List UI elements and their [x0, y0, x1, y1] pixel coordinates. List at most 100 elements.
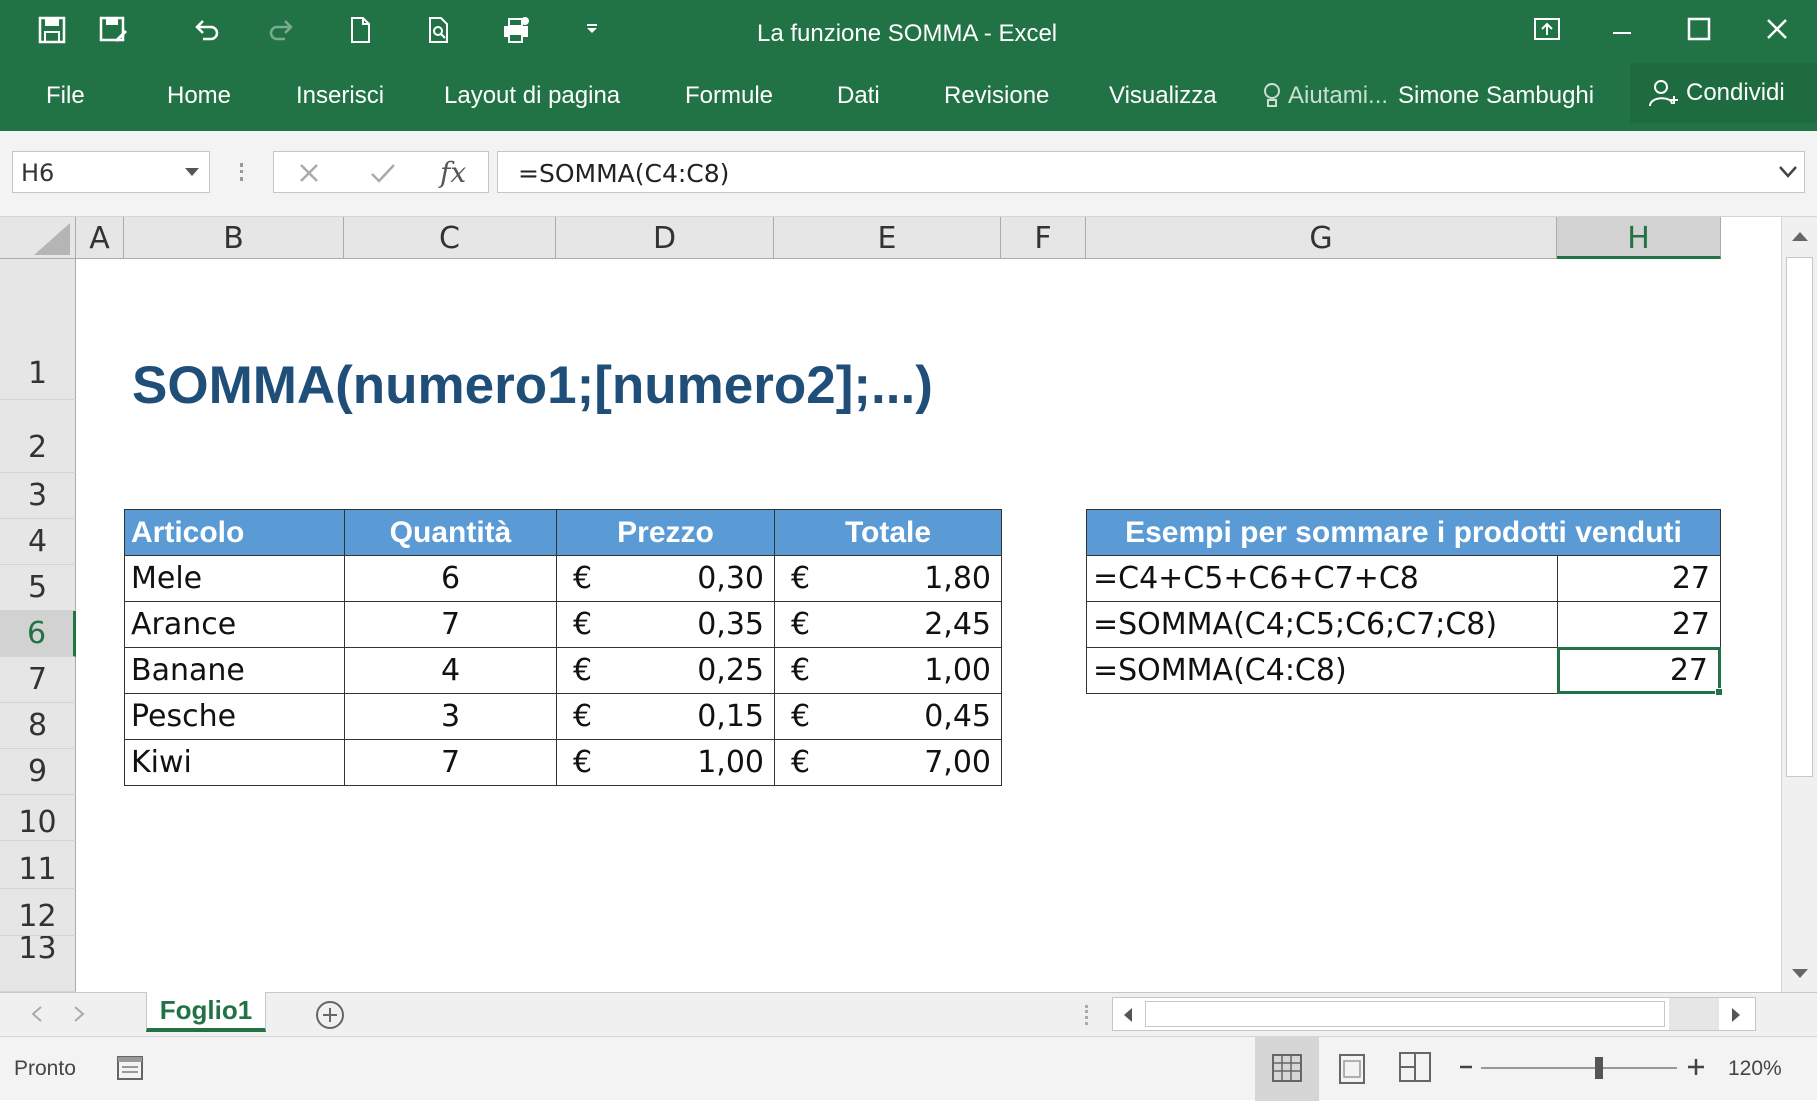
row-header-11[interactable]: 11 [0, 841, 76, 889]
scroll-down-icon[interactable] [1790, 967, 1810, 981]
sheet-title[interactable]: SOMMA(numero1;[numero2];...) [132, 355, 933, 416]
examples-header[interactable]: Esempi per sommare i prodotti venduti [1086, 509, 1721, 556]
row-header-2[interactable]: 2 [0, 400, 76, 473]
tab-view[interactable]: Visualizza [1109, 82, 1217, 110]
minimize-icon[interactable] [1585, 0, 1659, 58]
column-header-h[interactable]: H [1557, 217, 1721, 259]
tab-formulas[interactable]: Formule [685, 82, 773, 110]
row-header-13[interactable]: 13 [0, 936, 76, 992]
row-header-3[interactable]: 3 [0, 473, 76, 519]
macro-record-icon[interactable] [114, 1051, 146, 1083]
table-cell-totale[interactable]: €1,80 [774, 555, 1002, 602]
example-formula[interactable]: =SOMMA(C4:C8) [1086, 647, 1558, 694]
table-cell-prezzo[interactable]: €0,15 [556, 693, 775, 740]
table-cell-articolo[interactable]: Arance [124, 601, 345, 648]
horizontal-scroll-thumb[interactable] [1145, 1001, 1665, 1027]
user-name[interactable]: Simone Sambughi [1398, 82, 1594, 110]
table-cell-prezzo[interactable]: €1,00 [556, 739, 775, 786]
table-cell-totale[interactable]: €2,45 [774, 601, 1002, 648]
scroll-up-icon[interactable] [1790, 229, 1810, 243]
table-cell-totale[interactable]: €0,45 [774, 693, 1002, 740]
formula-input[interactable]: =SOMMA(C4:C8) [497, 151, 1805, 193]
select-all-corner[interactable] [0, 217, 76, 259]
page-layout-view-icon[interactable] [1336, 1053, 1368, 1085]
table-cell-quantita[interactable]: 4 [344, 647, 557, 694]
fill-handle[interactable] [1715, 688, 1723, 696]
row-header-6[interactable]: 6 [0, 611, 76, 657]
split-handle[interactable] [1085, 1005, 1088, 1025]
tab-data[interactable]: Dati [837, 82, 880, 110]
row-header-8[interactable]: 8 [0, 703, 76, 749]
table-cell-quantita[interactable]: 7 [344, 601, 557, 648]
table-cell-quantita[interactable]: 3 [344, 693, 557, 740]
table-cell-prezzo[interactable]: €0,25 [556, 647, 775, 694]
zoom-out-icon[interactable] [1458, 1059, 1474, 1075]
maximize-icon[interactable] [1662, 0, 1736, 58]
save-icon[interactable] [32, 10, 72, 50]
row-header-4[interactable]: 4 [0, 519, 76, 565]
tab-insert[interactable]: Inserisci [296, 82, 384, 110]
name-box[interactable]: H6 [12, 151, 210, 193]
cancel-icon[interactable] [298, 162, 320, 184]
selected-cell-h6[interactable]: 27 [1557, 647, 1721, 694]
expand-formula-icon[interactable] [1778, 164, 1798, 180]
share-button[interactable]: Condividi [1630, 63, 1817, 123]
tab-review[interactable]: Revisione [944, 82, 1049, 110]
worksheet-grid[interactable]: A B C D E F G H 1 2 3 4 5 6 7 8 9 10 11 … [0, 217, 1817, 992]
table-cell-totale[interactable]: €7,00 [774, 739, 1002, 786]
next-sheet-icon[interactable] [72, 1005, 86, 1023]
table-cell-prezzo[interactable]: €0,30 [556, 555, 775, 602]
vertical-scrollbar[interactable] [1781, 217, 1817, 992]
table-cell-quantita[interactable]: 7 [344, 739, 557, 786]
example-formula[interactable]: =C4+C5+C6+C7+C8 [1086, 555, 1558, 602]
table-header-totale[interactable]: Totale [774, 509, 1002, 556]
customize-toolbar-icon[interactable] [572, 10, 612, 50]
column-header-a[interactable]: A [76, 217, 124, 259]
insert-function-button[interactable]: fx [440, 156, 466, 189]
table-cell-prezzo[interactable]: €0,35 [556, 601, 775, 648]
column-header-g[interactable]: G [1086, 217, 1557, 259]
normal-view-button[interactable] [1255, 1037, 1319, 1101]
column-header-c[interactable]: C [344, 217, 556, 259]
table-cell-articolo[interactable]: Banane [124, 647, 345, 694]
tell-me-box[interactable]: Aiutami... [1262, 82, 1388, 110]
tab-home[interactable]: Home [167, 82, 231, 110]
horizontal-scrollbar[interactable] [1112, 997, 1756, 1031]
row-header-5[interactable]: 5 [0, 565, 76, 611]
add-sheet-icon[interactable] [314, 999, 346, 1031]
column-header-f[interactable]: F [1001, 217, 1086, 259]
table-header-prezzo[interactable]: Prezzo [556, 509, 775, 556]
resize-handle[interactable] [240, 163, 244, 181]
zoom-slider-thumb[interactable] [1594, 1057, 1603, 1079]
horizontal-scroll-track[interactable] [1669, 998, 1719, 1030]
example-result[interactable]: 27 [1557, 555, 1721, 602]
column-header-d[interactable]: D [556, 217, 774, 259]
close-icon[interactable] [1740, 0, 1814, 58]
scroll-right-icon[interactable] [1729, 1006, 1743, 1024]
enter-icon[interactable] [370, 162, 396, 184]
zoom-slider[interactable] [1481, 1067, 1677, 1069]
table-cell-totale[interactable]: €1,00 [774, 647, 1002, 694]
print-preview-icon[interactable] [418, 10, 458, 50]
example-result[interactable]: 27 [1557, 601, 1721, 648]
zoom-level[interactable]: 120% [1728, 1057, 1782, 1081]
tab-file[interactable]: File [46, 82, 85, 110]
table-header-articolo[interactable]: Articolo [124, 509, 345, 556]
zoom-in-icon[interactable] [1686, 1057, 1706, 1077]
example-formula[interactable]: =SOMMA(C4;C5;C6;C7;C8) [1086, 601, 1558, 648]
vertical-scroll-thumb[interactable] [1786, 257, 1813, 777]
name-box-dropdown-icon[interactable] [185, 168, 199, 176]
save-as-icon[interactable] [93, 10, 133, 50]
column-header-b[interactable]: B [124, 217, 344, 259]
column-header-e[interactable]: E [774, 217, 1001, 259]
row-header-7[interactable]: 7 [0, 657, 76, 703]
row-header-9[interactable]: 9 [0, 749, 76, 795]
row-header-1[interactable]: 1 [0, 259, 76, 400]
row-header-12[interactable]: 12 [0, 889, 76, 936]
tab-page-layout[interactable]: Layout di pagina [444, 82, 620, 110]
table-header-quantita[interactable]: Quantità [344, 509, 557, 556]
row-header-10[interactable]: 10 [0, 795, 76, 841]
new-file-icon[interactable] [340, 10, 380, 50]
table-cell-quantita[interactable]: 6 [344, 555, 557, 602]
quick-print-icon[interactable] [496, 10, 536, 50]
